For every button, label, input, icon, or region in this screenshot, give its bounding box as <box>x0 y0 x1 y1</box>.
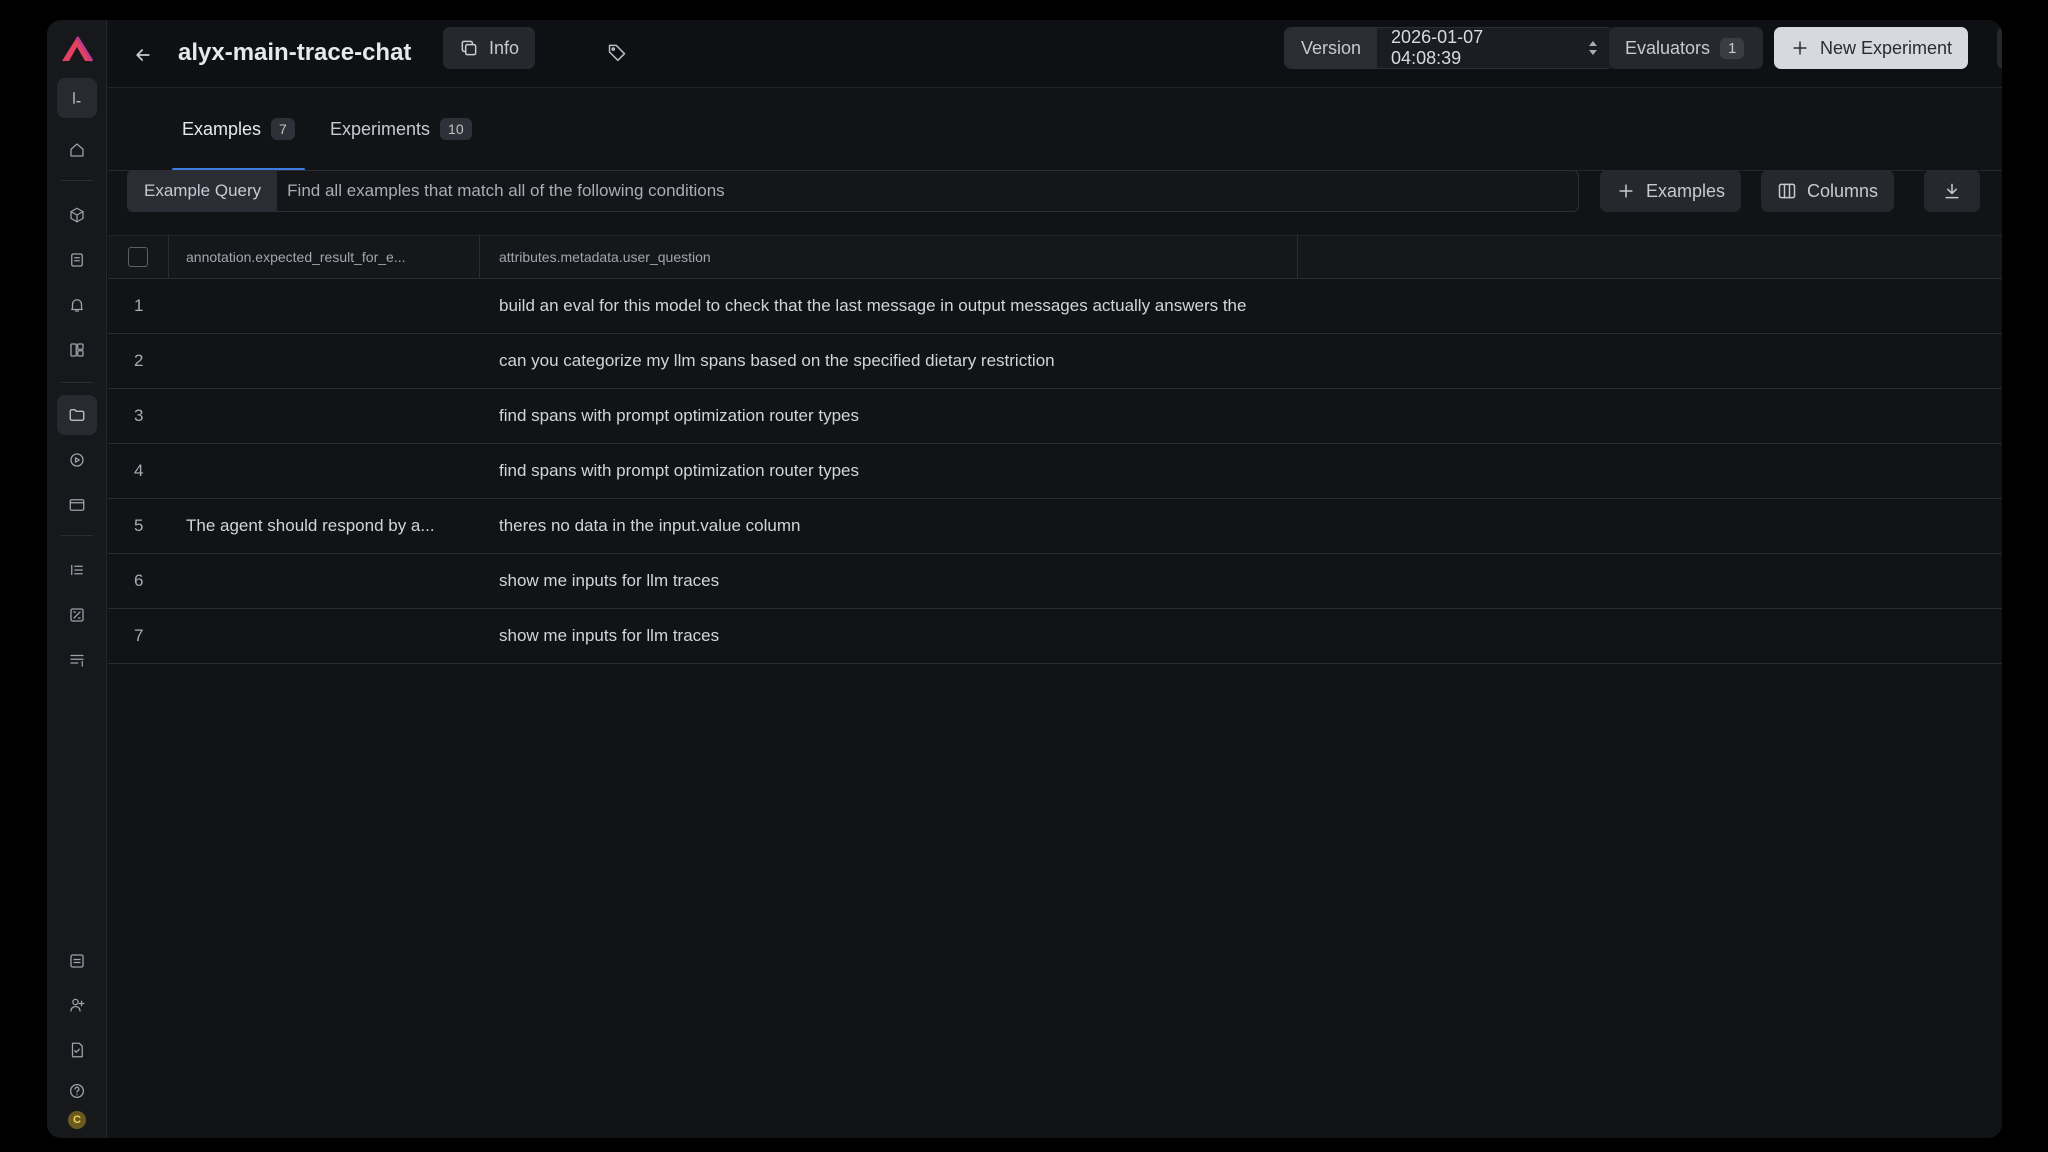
user-question-cell: find spans with prompt optimization rout… <box>499 461 860 480</box>
table-row[interactable]: 2 can you categorize my llm spans based … <box>108 334 2002 389</box>
tab-examples-count: 7 <box>271 118 295 140</box>
new-experiment-label: New Experiment <box>1820 37 1953 58</box>
table-row[interactable]: 4 find spans with prompt optimization ro… <box>108 444 2002 499</box>
evaluators-label: Evaluators <box>1625 37 1711 58</box>
columns-button[interactable]: Columns <box>1761 170 1895 212</box>
table-row[interactable]: 3 find spans with prompt optimization ro… <box>108 389 2002 444</box>
tag-button[interactable] <box>602 37 632 67</box>
evaluators-count-badge: 1 <box>1720 37 1745 59</box>
dashboard-icon[interactable] <box>57 330 97 370</box>
home-icon[interactable] <box>57 130 97 170</box>
monitor-icon[interactable] <box>57 941 97 981</box>
select-all-cell <box>108 235 169 279</box>
tab-bar: Examples 7 Experiments 10 <box>108 88 2002 171</box>
window-icon[interactable] <box>57 485 97 525</box>
arrow-left-icon <box>136 49 150 61</box>
version-value: 2026-01-07 04:08:39 <box>1391 27 1484 68</box>
examples-table: annotation.expected_result_for_e... attr… <box>108 235 2002 664</box>
version-dropdown[interactable]: 2026-01-07 04:08:39 <box>1377 27 1614 68</box>
page-title: alyx-main-trace-chat <box>178 39 412 66</box>
sidebar-divider <box>61 180 93 181</box>
bell-icon[interactable] <box>57 285 97 325</box>
columns-label: Columns <box>1807 180 1879 201</box>
sidebar-divider <box>61 382 93 383</box>
version-selector[interactable]: Version 2026-01-07 04:08:39 <box>1284 27 1615 69</box>
brand-logo-icon[interactable] <box>59 34 95 64</box>
table-row[interactable]: 6 show me inputs for llm traces <box>108 554 2002 609</box>
tab-experiments-count: 10 <box>440 118 472 140</box>
list-icon[interactable] <box>57 550 97 590</box>
table-row[interactable]: 7 show me inputs for llm traces <box>108 609 2002 664</box>
expected-result-cell: The agent should respond by a... <box>186 516 435 535</box>
sidebar: C <box>47 20 107 1138</box>
row-number: 5 <box>134 516 144 535</box>
table-header: annotation.expected_result_for_e... attr… <box>108 235 2002 279</box>
info-button-label: Info <box>489 37 520 58</box>
cube-icon[interactable] <box>57 195 97 235</box>
tab-experiments-label: Experiments <box>330 118 431 139</box>
evaluators-button[interactable]: Evaluators 1 <box>1609 27 1763 69</box>
user-avatar[interactable]: C <box>68 1111 86 1129</box>
row-number: 4 <box>134 461 144 480</box>
column-header[interactable]: attributes.metadata.user_question <box>480 235 1298 279</box>
database-icon[interactable] <box>57 240 97 280</box>
add-examples-label: Examples <box>1646 180 1726 201</box>
terminal-icon[interactable] <box>57 78 97 118</box>
user-question-cell: build an eval for this model to check th… <box>499 296 1247 315</box>
query-input[interactable] <box>277 171 1578 211</box>
row-number: 2 <box>134 351 144 370</box>
user-question-cell: find spans with prompt optimization rout… <box>499 406 860 425</box>
folder-icon[interactable] <box>57 395 97 435</box>
column-header[interactable]: annotation.expected_result_for_e... <box>169 235 480 279</box>
sort-arrows-icon <box>1589 41 1598 55</box>
more-options-button[interactable]: ··· <box>1997 27 2002 69</box>
row-number: 7 <box>134 626 144 645</box>
user-question-cell: theres no data in the input.value column <box>499 516 801 535</box>
tag-icon <box>608 44 626 62</box>
chart-icon[interactable] <box>57 595 97 635</box>
menu-icon[interactable] <box>57 640 97 680</box>
table-row[interactable]: 5 The agent should respond by a... there… <box>108 499 2002 554</box>
app-window: C alyx-main-trace-chat Info Version 2026… <box>47 20 2002 1138</box>
download-icon <box>1945 183 1959 199</box>
page-header: alyx-main-trace-chat Info Version 2026-0… <box>108 20 2002 88</box>
plus-icon <box>1619 184 1633 198</box>
sidebar-divider <box>61 535 93 536</box>
play-icon[interactable] <box>57 440 97 480</box>
user-question-cell: can you categorize my llm spans based on… <box>499 351 1055 370</box>
tab-examples-label: Examples <box>182 118 262 139</box>
document-icon[interactable] <box>57 1030 97 1070</box>
version-label: Version <box>1285 28 1378 68</box>
user-question-cell: show me inputs for llm traces <box>499 626 720 645</box>
add-user-icon[interactable] <box>57 985 97 1025</box>
query-label: Example Query <box>128 171 278 211</box>
table-row[interactable]: 1 build an eval for this model to check … <box>108 279 2002 334</box>
user-question-cell: show me inputs for llm traces <box>499 571 720 590</box>
back-button[interactable] <box>130 42 156 68</box>
row-number: 6 <box>134 571 144 590</box>
info-button[interactable]: Info <box>443 27 536 69</box>
help-icon[interactable] <box>57 1071 97 1111</box>
new-experiment-button[interactable]: New Experiment <box>1774 27 1969 69</box>
add-examples-button[interactable]: Examples <box>1600 170 1742 212</box>
plus-icon <box>1793 41 1807 55</box>
download-button[interactable] <box>1924 170 1980 212</box>
tab-examples[interactable]: Examples 7 <box>172 88 305 171</box>
columns-icon <box>1778 183 1796 199</box>
copy-icon <box>461 40 477 56</box>
row-number: 1 <box>134 296 144 315</box>
select-all-checkbox[interactable] <box>128 247 148 267</box>
tab-experiments[interactable]: Experiments 10 <box>330 88 472 170</box>
row-number: 3 <box>134 406 144 425</box>
example-query-bar: Example Query <box>127 170 1579 212</box>
